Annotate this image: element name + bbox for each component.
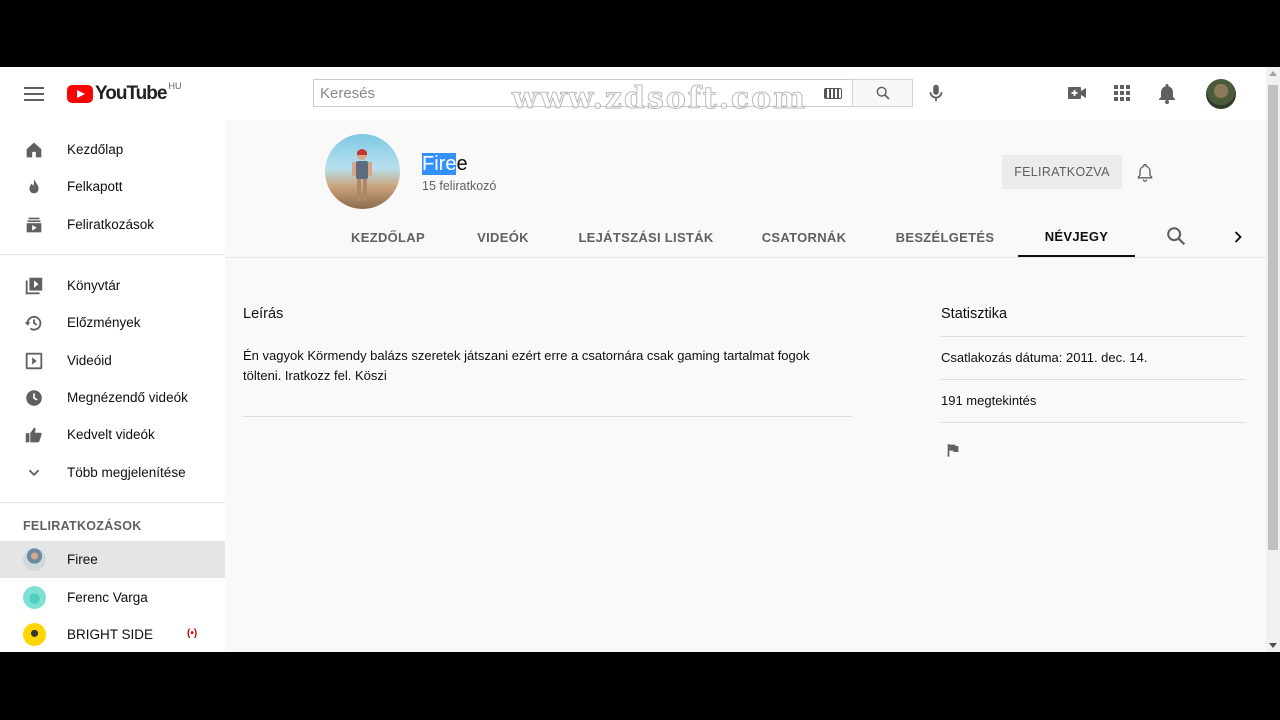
stats-title: Statisztika <box>941 306 1008 322</box>
search-button[interactable] <box>852 79 913 107</box>
sidebar-item-history[interactable]: Előzmények <box>0 304 225 341</box>
tab-about[interactable]: NÉVJEGY <box>1018 217 1135 257</box>
sidebar-item-watch-later[interactable]: Megnézendő videók <box>0 379 225 416</box>
search-icon[interactable] <box>1165 225 1187 247</box>
microphone-icon[interactable] <box>925 81 947 105</box>
sidebar-item-library[interactable]: Könyvtár <box>0 267 225 304</box>
channel-name: Firee <box>422 153 468 176</box>
flame-icon <box>29 178 39 194</box>
subscribed-button[interactable]: FELIRATKOZVA <box>1002 155 1122 189</box>
masthead: YouTube HU www.zdsoft.com <box>0 67 1266 120</box>
watch-later-icon <box>26 390 42 406</box>
history-icon <box>24 315 42 331</box>
tab-discussion[interactable]: BESZÉLGETÉS <box>890 217 1000 257</box>
sidebar-item-subscriptions[interactable]: Feliratkozások <box>0 206 225 243</box>
description-divider <box>243 416 852 417</box>
logo-text: YouTube <box>95 83 167 104</box>
subscription-label: Ferenc Varga <box>67 590 148 605</box>
youtube-play-icon <box>67 85 93 103</box>
sidebar-item-liked-videos[interactable]: Kedvelt videók <box>0 416 225 453</box>
sidebar-item-home[interactable]: Kezdőlap <box>0 131 225 168</box>
tab-playlists[interactable]: LEJÁTSZÁSI LISTÁK <box>575 217 717 257</box>
subscriber-count: 15 feliratkozó <box>422 179 497 193</box>
page-scrollbar[interactable] <box>1266 67 1280 652</box>
channel-avatar <box>23 548 46 571</box>
chevron-down-icon <box>28 469 40 477</box>
chevron-right-icon[interactable] <box>1228 227 1248 247</box>
avatar-figure-image <box>352 149 372 201</box>
sidebar-item-label: Megnézendő videók <box>67 390 188 405</box>
library-icon <box>25 277 43 295</box>
thumbs-up-icon <box>25 427 42 443</box>
subscription-item-bright-side[interactable]: BRIGHT SIDE (•) <box>0 616 225 652</box>
scroll-up-arrow-icon[interactable] <box>1269 71 1277 76</box>
channel-avatar <box>23 586 46 609</box>
subscriptions-heading: FELIRATKOZÁSOK <box>23 519 142 533</box>
view-count: 191 megtekintés <box>941 393 1037 408</box>
browser-viewport: YouTube HU www.zdsoft.com Kezdőlap Felka… <box>0 67 1280 652</box>
sidebar-item-show-more[interactable]: Több megjelenítése <box>0 454 225 491</box>
search-input[interactable] <box>320 84 810 102</box>
account-avatar[interactable] <box>1206 79 1236 109</box>
sidebar-item-label: Több megjelenítése <box>67 465 186 480</box>
live-broadcast-icon: (•) <box>187 628 198 639</box>
tab-videos[interactable]: VIDEÓK <box>468 217 538 257</box>
scrollbar-thumb[interactable] <box>1268 85 1278 550</box>
sidebar-item-label: Kedvelt videók <box>67 427 155 442</box>
sidebar-item-label: Kezdőlap <box>67 142 124 157</box>
sidebar-divider <box>0 254 225 255</box>
stats-divider <box>941 379 1245 380</box>
flag-icon[interactable] <box>945 442 961 458</box>
tab-channels[interactable]: CSATORNÁK <box>755 217 853 257</box>
scroll-down-arrow-icon[interactable] <box>1269 643 1277 648</box>
stats-divider <box>941 422 1245 423</box>
stats-divider <box>941 336 1245 337</box>
home-icon <box>26 142 42 158</box>
tab-home[interactable]: KEZDŐLAP <box>345 217 431 257</box>
channel-avatar <box>23 623 46 646</box>
sidebar-item-label: Előzmények <box>67 315 141 330</box>
search-icon <box>876 86 890 100</box>
subscription-label: Firee <box>67 552 98 567</box>
youtube-logo[interactable]: YouTube HU <box>67 81 182 105</box>
channel-name-rest: e <box>456 153 468 175</box>
menu-icon[interactable] <box>22 84 46 104</box>
sidebar-item-label: Felkapott <box>67 179 123 194</box>
sidebar-divider <box>0 502 225 503</box>
your-videos-icon <box>25 352 43 370</box>
about-content: Leírás Én vagyok Körmendy balázs szerete… <box>225 257 1266 652</box>
sidebar-item-label: Feliratkozások <box>67 217 155 232</box>
channel-tabs: KEZDŐLAP VIDEÓK LEJÁTSZÁSI LISTÁK CSATOR… <box>225 217 1266 257</box>
description-title: Leírás <box>243 306 284 322</box>
apps-grid-icon[interactable] <box>1110 81 1134 105</box>
sidebar-item-trending[interactable]: Felkapott <box>0 168 225 205</box>
channel-avatar-large[interactable] <box>325 134 400 209</box>
subscription-item-firee[interactable]: Firee <box>0 541 225 578</box>
subscription-item-ferenc-varga[interactable]: Ferenc Varga <box>0 579 225 616</box>
description-text: Én vagyok Körmendy balázs szeretek játsz… <box>243 348 810 383</box>
sidebar-item-label: Könyvtár <box>67 278 121 293</box>
sidebar-item-label: Videóid <box>67 353 112 368</box>
notifications-bell-icon[interactable] <box>1155 81 1179 105</box>
subscription-label: BRIGHT SIDE <box>67 627 154 642</box>
keyboard-icon[interactable] <box>824 88 842 99</box>
subscriptions-icon <box>26 217 42 233</box>
search-box <box>313 79 853 107</box>
notification-bell-icon[interactable] <box>1135 162 1155 182</box>
channel-name-selected: Fire <box>422 153 457 175</box>
region-code: HU <box>168 81 182 91</box>
create-video-icon[interactable] <box>1065 81 1089 105</box>
joined-date: Csatlakozás dátuma: 2011. dec. 14. <box>941 350 1148 365</box>
sidebar-item-your-videos[interactable]: Videóid <box>0 342 225 379</box>
sidebar: Kezdőlap Felkapott Feliratkozások Könyvt… <box>0 120 225 652</box>
